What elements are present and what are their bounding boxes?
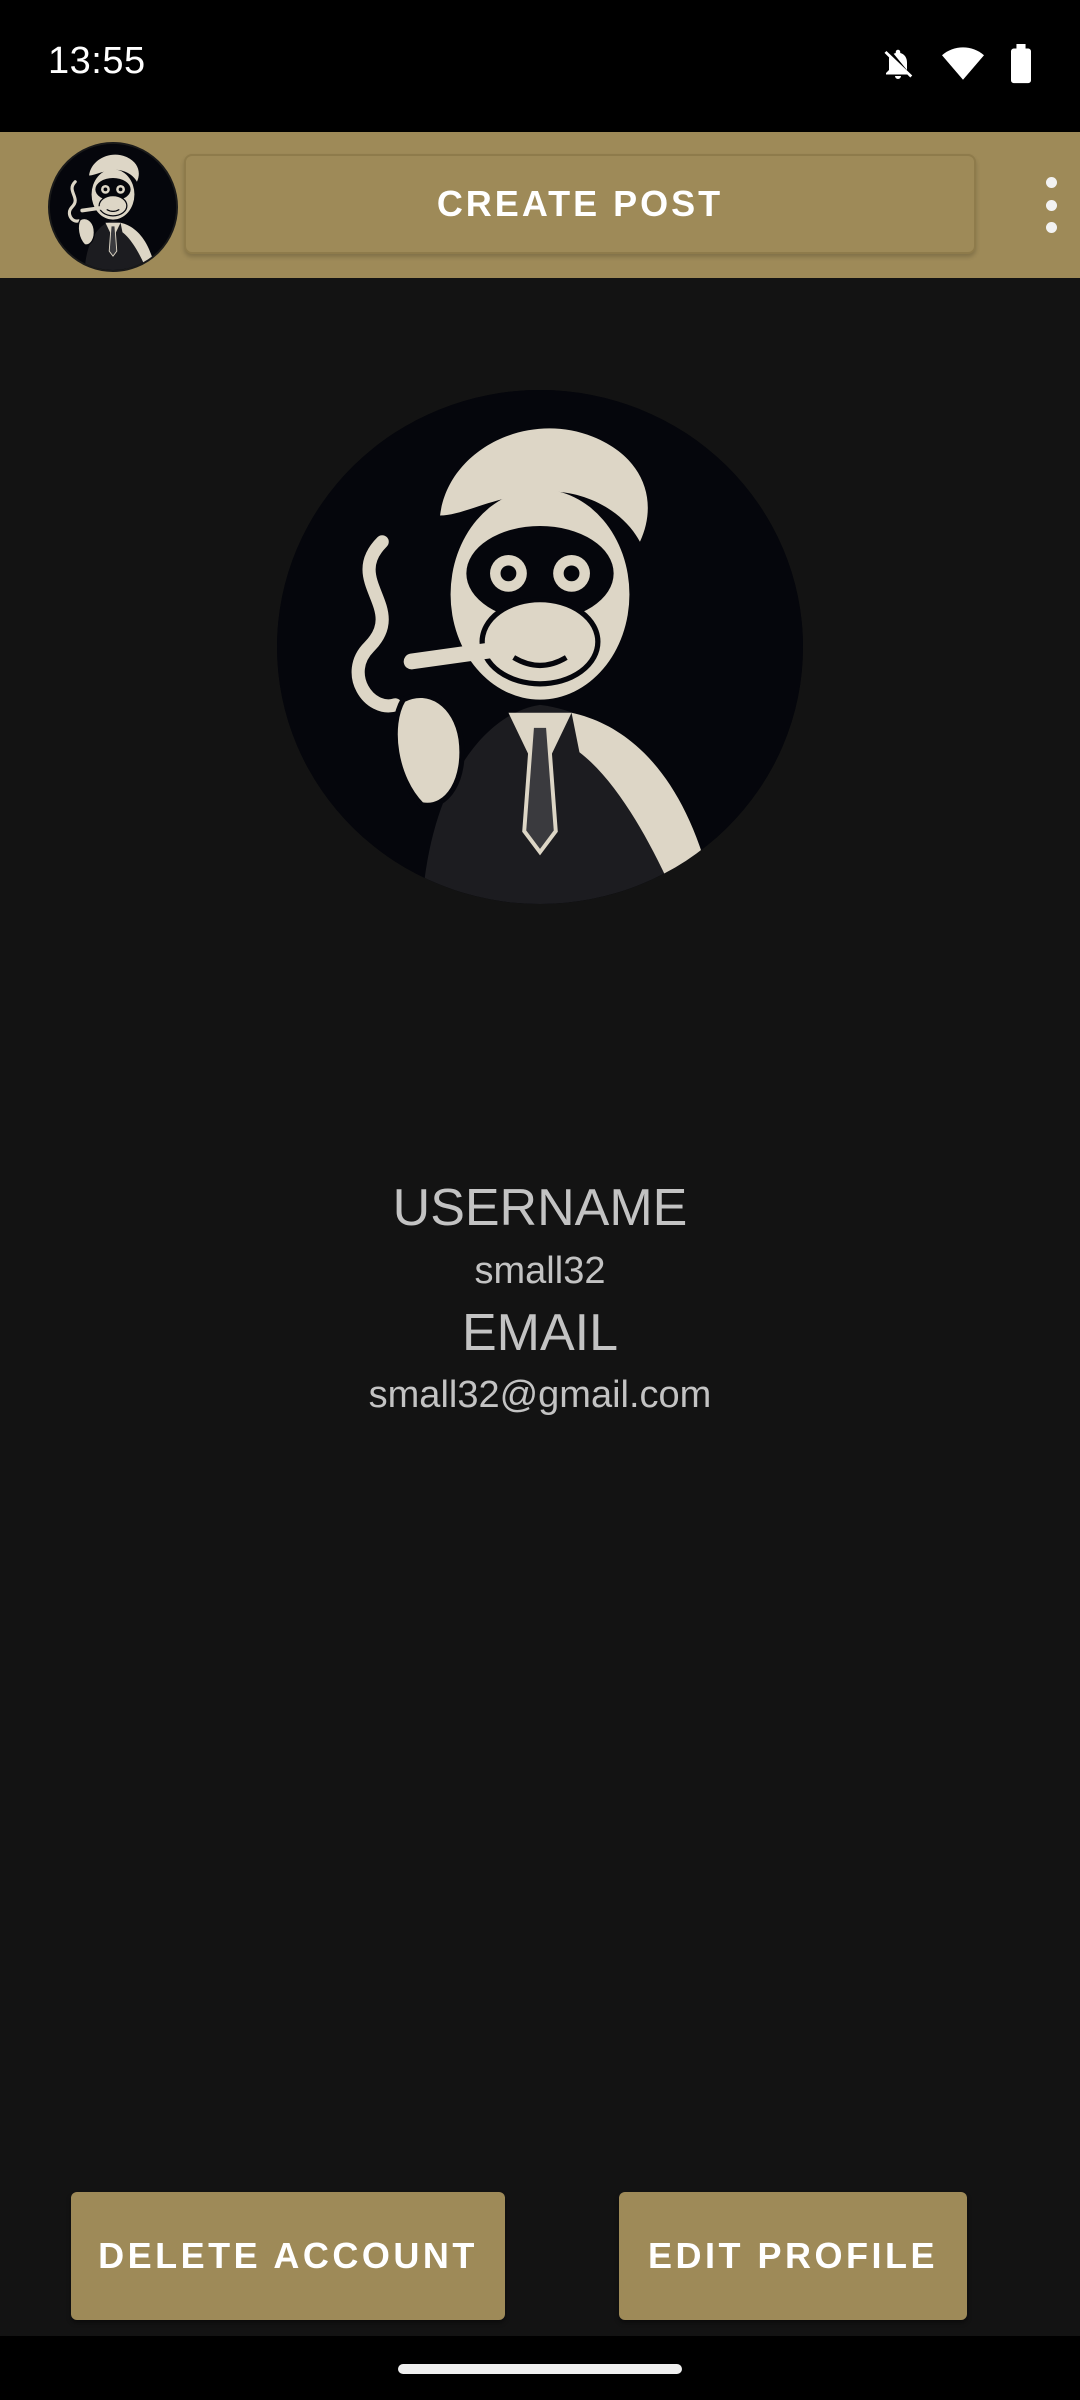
status-bar: 13:55 bbox=[0, 0, 1080, 132]
profile-avatar bbox=[277, 390, 803, 904]
bell-off-icon bbox=[880, 44, 916, 89]
edit-profile-button[interactable]: EDIT PROFILE bbox=[619, 2192, 967, 2320]
username-value: small32 bbox=[474, 1250, 606, 1292]
more-vert-icon[interactable] bbox=[1032, 177, 1070, 233]
wifi-icon bbox=[942, 46, 984, 87]
app-bar: CREATE POST bbox=[0, 132, 1080, 278]
profile-avatar-small[interactable] bbox=[48, 142, 178, 272]
status-icons bbox=[880, 43, 1032, 89]
delete-account-button[interactable]: DELETE ACCOUNT bbox=[71, 2192, 505, 2320]
email-label: EMAIL bbox=[461, 1304, 619, 1362]
username-label: USERNAME bbox=[392, 1179, 688, 1237]
email-value: small32@gmail.com bbox=[368, 1374, 712, 1416]
status-time: 13:55 bbox=[48, 40, 146, 82]
navigation-bar bbox=[0, 2336, 1080, 2400]
home-gesture-handle[interactable] bbox=[398, 2364, 682, 2374]
battery-icon bbox=[1010, 43, 1032, 89]
create-post-button[interactable]: CREATE POST bbox=[184, 154, 976, 254]
